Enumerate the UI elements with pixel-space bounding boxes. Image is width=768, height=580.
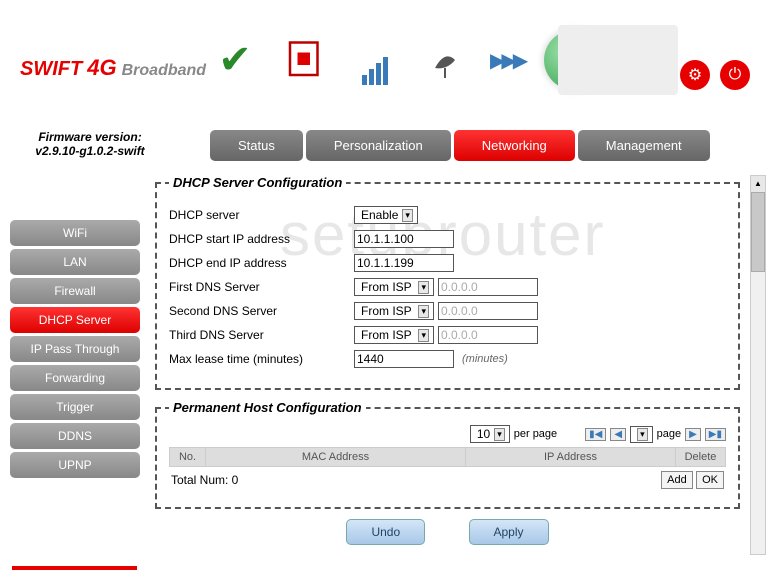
satellite-dish-icon [420, 35, 470, 85]
sidebar-forwarding[interactable]: Forwarding [10, 365, 140, 391]
tab-networking[interactable]: Networking [454, 130, 575, 161]
undo-button[interactable]: Undo [346, 519, 425, 545]
col-delete: Delete [676, 448, 726, 467]
chevron-down-icon: ▾ [418, 329, 429, 342]
dns1-mode-select[interactable]: From ISP▾ [354, 278, 434, 296]
apply-button[interactable]: Apply [469, 519, 549, 545]
sidebar-ddns[interactable]: DDNS [10, 423, 140, 449]
sidebar-trigger[interactable]: Trigger [10, 394, 140, 420]
page-select[interactable]: ▾ [630, 426, 653, 443]
dns2-ip-input[interactable] [438, 302, 538, 320]
dhcp-legend: DHCP Server Configuration [169, 175, 346, 190]
add-button[interactable]: Add [661, 471, 693, 489]
sidebar-firewall[interactable]: Firewall [10, 278, 140, 304]
logo-swift: SWIFT [20, 58, 82, 80]
dns3-label: Third DNS Server [169, 328, 354, 342]
sidebar-ip-pass-through[interactable]: IP Pass Through [10, 336, 140, 362]
dns3-ip-input[interactable] [438, 326, 538, 344]
lease-input[interactable] [354, 350, 454, 368]
firmware-value: v2.9.10-g1.0.2-swift [15, 144, 165, 158]
chevron-down-icon: ▾ [494, 428, 505, 441]
permanent-host-fieldset: Permanent Host Configuration 10▾ per pag… [155, 400, 740, 509]
action-buttons: Undo Apply [155, 519, 740, 545]
sidebar-upnp[interactable]: UPNP [10, 452, 140, 478]
dns1-label: First DNS Server [169, 280, 354, 294]
dhcp-start-input[interactable] [354, 230, 454, 248]
next-page-button[interactable]: ▶ [685, 428, 701, 441]
dns2-mode-select[interactable]: From ISP▾ [354, 302, 434, 320]
dns2-label: Second DNS Server [169, 304, 354, 318]
lease-hint: (minutes) [462, 353, 508, 365]
signal-icon [350, 35, 400, 85]
total-num: Total Num: 0 [171, 473, 238, 487]
dhcp-config-fieldset: DHCP Server Configuration DHCP server En… [155, 175, 740, 390]
logo-broadband: Broadband [122, 62, 206, 79]
dhcp-start-label: DHCP start IP address [169, 232, 354, 246]
tab-personalization[interactable]: Personalization [306, 130, 451, 161]
scroll-thumb[interactable] [751, 192, 765, 272]
header-icons: ✔ ▶▶▶ [210, 30, 604, 90]
dhcp-end-input[interactable] [354, 254, 454, 272]
sidebar-lan[interactable]: LAN [10, 249, 140, 275]
logo: SWIFT 4G Broadband [20, 55, 206, 81]
perm-host-table: No. MAC Address IP Address Delete [169, 447, 726, 467]
last-page-button[interactable]: ▶▮ [705, 428, 726, 441]
dhcp-server-select[interactable]: Enable▾ [354, 206, 418, 224]
logo-4g: 4G [87, 55, 116, 80]
chevron-down-icon: ▾ [418, 305, 429, 318]
content-area: DHCP Server Configuration DHCP server En… [155, 175, 740, 545]
sidebar-wifi[interactable]: WiFi [10, 220, 140, 246]
chevron-down-icon: ▾ [418, 281, 429, 294]
perpage-select[interactable]: 10▾ [470, 425, 510, 443]
prev-page-button[interactable]: ◀ [610, 428, 626, 441]
firmware-version: Firmware version: v2.9.10-g1.0.2-swift [15, 130, 165, 158]
perm-legend: Permanent Host Configuration [169, 400, 366, 415]
top-nav: Status Personalization Networking Manage… [210, 130, 710, 161]
ok-button[interactable]: OK [696, 471, 724, 489]
page-label: page [657, 428, 681, 440]
perpage-label: per page [514, 428, 557, 440]
dns1-ip-input[interactable] [438, 278, 538, 296]
col-no: No. [170, 448, 206, 467]
first-page-button[interactable]: ▮◀ [585, 428, 606, 441]
sidebar-dhcp-server[interactable]: DHCP Server [10, 307, 140, 333]
tab-status[interactable]: Status [210, 130, 303, 161]
power-button[interactable]: ⏻ [720, 60, 750, 90]
chevron-down-icon: ▾ [402, 209, 413, 222]
checkmark-icon: ✔ [210, 35, 260, 85]
scroll-up-icon[interactable]: ▲ [751, 176, 765, 192]
tab-management[interactable]: Management [578, 130, 710, 161]
dhcp-end-label: DHCP end IP address [169, 256, 354, 270]
sidebar: WiFi LAN Firewall DHCP Server IP Pass Th… [10, 220, 140, 478]
header: SWIFT 4G Broadband ✔ ▶▶▶ ⚙ ⏻ [0, 0, 768, 110]
firmware-label: Firmware version: [38, 130, 141, 144]
arrow-right-icon: ▶▶▶ [490, 48, 524, 73]
dhcp-server-label: DHCP server [169, 208, 354, 222]
decorative-bar [12, 566, 137, 570]
dns3-mode-select[interactable]: From ISP▾ [354, 326, 434, 344]
chevron-down-icon: ▾ [637, 428, 648, 441]
lease-label: Max lease time (minutes) [169, 352, 354, 366]
col-ip: IP Address [465, 448, 675, 467]
vertical-scrollbar[interactable]: ▲ [750, 175, 766, 555]
settings-button[interactable]: ⚙ [680, 60, 710, 90]
box-icon [280, 35, 330, 85]
col-mac: MAC Address [206, 448, 466, 467]
people-silhouette-icon [558, 25, 678, 95]
